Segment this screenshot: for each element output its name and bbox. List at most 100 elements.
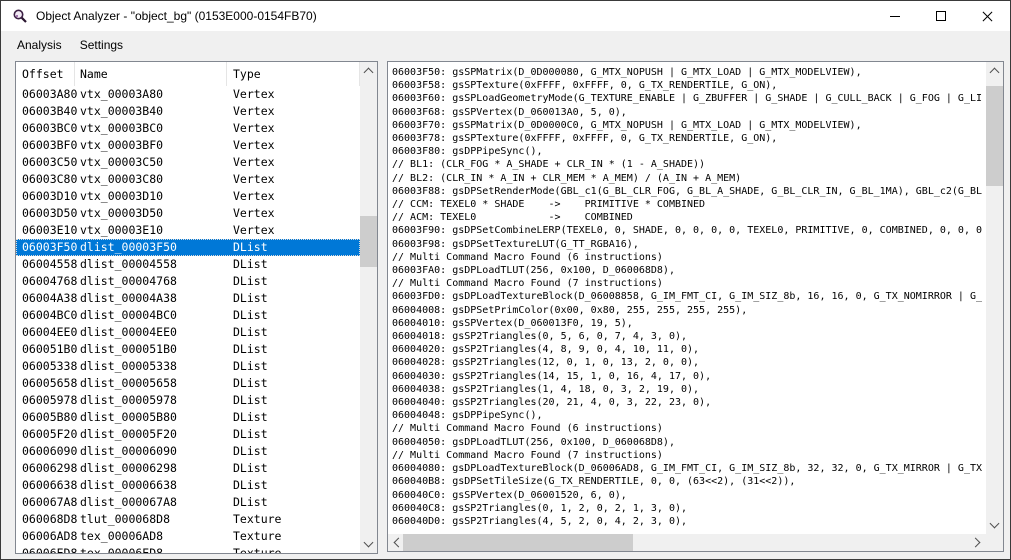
table-row[interactable]: 06005B80dlist_00005B80DList: [16, 409, 360, 426]
table-row[interactable]: 06005338dlist_00005338DList: [16, 358, 360, 375]
table-row[interactable]: 06006638dlist_00006638DList: [16, 477, 360, 494]
object-list-scrollbar[interactable]: [360, 62, 377, 553]
table-row[interactable]: 060067A8dlist_000067A8DList: [16, 494, 360, 511]
scroll-down-icon[interactable]: [360, 536, 377, 553]
table-row[interactable]: 06003BC0vtx_00003BC0Vertex: [16, 120, 360, 137]
table-row[interactable]: 06006AD8tex_00006AD8Texture: [16, 528, 360, 545]
code-line: 06004028: gsSP2Triangles(12, 0, 1, 0, 13…: [392, 356, 986, 369]
table-row[interactable]: 06005F20dlist_00005F20DList: [16, 426, 360, 443]
menu-item-settings[interactable]: Settings: [71, 33, 132, 57]
cell-offset: 06006298: [22, 460, 77, 477]
cell-type: Texture: [233, 545, 281, 553]
cell-type: Vertex: [233, 205, 275, 222]
cell-type: Vertex: [233, 154, 275, 171]
cell-type: DList: [233, 341, 268, 358]
menu-item-analysis[interactable]: Analysis: [8, 33, 71, 57]
cell-type: Vertex: [233, 86, 275, 103]
scroll-up-icon[interactable]: [360, 62, 377, 79]
titlebar[interactable]: Object Analyzer - "object_bg" (0153E000-…: [1, 1, 1010, 31]
table-row[interactable]: 06004558dlist_00004558DList: [16, 256, 360, 273]
code-line: // Multi Command Macro Found (7 instruct…: [392, 277, 986, 290]
code-line: 06004030: gsSP2Triangles(14, 15, 1, 0, 1…: [392, 370, 986, 383]
cell-type: DList: [233, 409, 268, 426]
table-row[interactable]: 06003F50dlist_00003F50DList: [16, 239, 360, 256]
cell-offset: 06006ED8: [22, 545, 77, 553]
column-header-type[interactable]: Type: [227, 62, 360, 86]
cell-name: dlist_00005978: [80, 392, 177, 409]
column-header-name[interactable]: Name: [75, 62, 227, 86]
cell-name: vtx_00003D50: [80, 205, 163, 222]
cell-offset: 06004768: [22, 273, 77, 290]
table-row[interactable]: 06006298dlist_00006298DList: [16, 460, 360, 477]
cell-offset: 06006090: [22, 443, 77, 460]
code-line: 06003FD0: gsDPLoadTextureBlock(D_0600885…: [392, 290, 986, 303]
cell-offset: 06003BC0: [22, 120, 77, 137]
scroll-up-icon[interactable]: [986, 62, 1003, 79]
scrollbar-corner: [986, 534, 1003, 551]
code-line: // BL2: (CLR_IN * A_IN + CLR_MEM * A_MEM…: [392, 172, 986, 185]
scrollbar-thumb[interactable]: [403, 534, 633, 551]
code-line: 060040D0: gsSP2Triangles(4, 5, 2, 0, 4, …: [392, 515, 986, 528]
code-line: 06004038: gsSP2Triangles(1, 4, 18, 0, 3,…: [392, 383, 986, 396]
cell-type: DList: [233, 460, 268, 477]
table-row[interactable]: 06005658dlist_00005658DList: [16, 375, 360, 392]
cell-name: tex_00006ED8: [80, 545, 163, 553]
cell-name: vtx_00003BC0: [80, 120, 163, 137]
table-row[interactable]: 06003D10vtx_00003D10Vertex: [16, 188, 360, 205]
cell-type: DList: [233, 307, 268, 324]
disassembly-text[interactable]: 06003F50: gsSPMatrix(D_0D000080, G_MTX_N…: [388, 62, 986, 534]
table-row[interactable]: 06003A80vtx_00003A80Vertex: [16, 86, 360, 103]
cell-offset: 060067A8: [22, 494, 77, 511]
code-line: // Multi Command Macro Found (6 instruct…: [392, 422, 986, 435]
table-row[interactable]: 06003E10vtx_00003E10Vertex: [16, 222, 360, 239]
table-row[interactable]: 06003C80vtx_00003C80Vertex: [16, 171, 360, 188]
table-row[interactable]: 06004BC0dlist_00004BC0DList: [16, 307, 360, 324]
table-row[interactable]: 06006ED8tex_00006ED8 Texture: [16, 545, 360, 553]
scroll-down-icon[interactable]: [986, 517, 1003, 534]
cell-name: vtx_00003BF0: [80, 137, 163, 154]
table-row[interactable]: 060068D8tlut_000068D8Texture: [16, 511, 360, 528]
table-row[interactable]: 06005978dlist_00005978DList: [16, 392, 360, 409]
cell-offset: 06003A80: [22, 86, 77, 103]
table-row[interactable]: 06006090dlist_00006090DList: [16, 443, 360, 460]
table-row[interactable]: 06003B40vtx_00003B40Vertex: [16, 103, 360, 120]
cell-type: Vertex: [233, 188, 275, 205]
cell-offset: 06005338: [22, 358, 77, 375]
cell-name: vtx_00003C50: [80, 154, 163, 171]
disassembly-vscrollbar[interactable]: [986, 62, 1003, 534]
cell-name: dlist_00003F50: [80, 239, 177, 256]
cell-name: tex_00006AD8: [80, 528, 163, 545]
cell-offset: 06005978: [22, 392, 77, 409]
maximize-button[interactable]: [918, 1, 964, 31]
code-line: 06004018: gsSP2Triangles(0, 5, 6, 0, 7, …: [392, 330, 986, 343]
cell-offset: 06004558: [22, 256, 77, 273]
cell-type: DList: [233, 324, 268, 341]
code-line: // Multi Command Macro Found (7 instruct…: [392, 449, 986, 462]
cell-type: DList: [233, 426, 268, 443]
code-line: 06004050: gsDPLoadTLUT(256, 0x100, D_060…: [392, 436, 986, 449]
table-row[interactable]: 06004A38dlist_00004A38DList: [16, 290, 360, 307]
cell-name: dlist_00005658: [80, 375, 177, 392]
table-row[interactable]: 06003D50vtx_00003D50Vertex: [16, 205, 360, 222]
object-analyzer-window: Object Analyzer - "object_bg" (0153E000-…: [0, 0, 1011, 560]
scrollbar-thumb[interactable]: [360, 216, 377, 267]
table-row[interactable]: 060051B0dlist_000051B0DList: [16, 341, 360, 358]
table-row[interactable]: 06003BF0vtx_00003BF0Vertex: [16, 137, 360, 154]
minimize-icon: [890, 16, 900, 17]
cell-type: DList: [233, 239, 268, 256]
code-line: 06003FA0: gsDPLoadTLUT(256, 0x100, D_060…: [392, 264, 986, 277]
table-row[interactable]: 06004EE0dlist_00004EE0DList: [16, 324, 360, 341]
scroll-right-icon[interactable]: [969, 534, 986, 551]
cell-name: vtx_00003E10: [80, 222, 163, 239]
column-header-offset[interactable]: Offset: [16, 62, 75, 86]
disassembly-hscrollbar[interactable]: [388, 534, 986, 551]
scrollbar-thumb[interactable]: [986, 86, 1003, 186]
cell-name: dlist_00006638: [80, 477, 177, 494]
cell-offset: 06003B40: [22, 103, 77, 120]
table-row[interactable]: 06004768dlist_00004768DList: [16, 273, 360, 290]
cell-offset: 06003E10: [22, 222, 77, 239]
table-row[interactable]: 06003C50vtx_00003C50Vertex: [16, 154, 360, 171]
minimize-button[interactable]: [872, 1, 918, 31]
close-button[interactable]: [964, 1, 1010, 31]
code-line: 06003F78: gsSPTexture(0xFFFF, 0xFFFF, 0,…: [392, 132, 986, 145]
